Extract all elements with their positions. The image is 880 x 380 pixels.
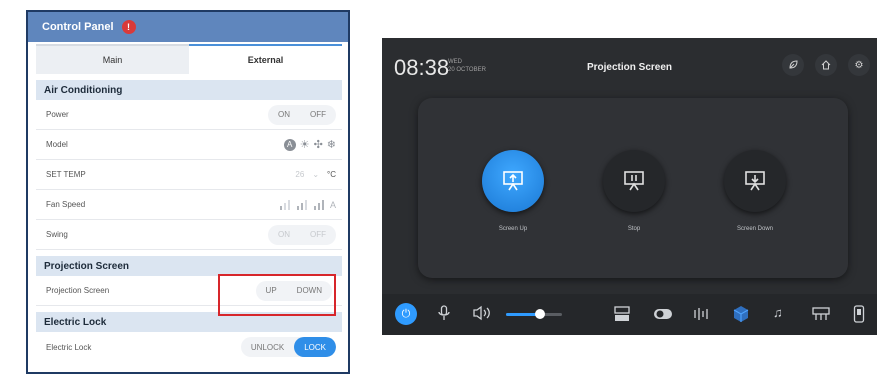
stop-control: Stop — [594, 150, 674, 232]
fan-icon[interactable]: ✣ — [314, 138, 323, 151]
snowflake-icon[interactable]: ❄ — [327, 138, 336, 151]
display-icon[interactable] — [614, 306, 630, 322]
screen-down-button[interactable] — [724, 150, 786, 212]
swing-label: Swing — [46, 230, 68, 239]
fan-mid-icon[interactable] — [296, 199, 307, 210]
microphone-icon[interactable] — [438, 305, 450, 321]
temp-value[interactable]: 26 — [295, 170, 304, 179]
device-icon[interactable] — [853, 305, 865, 323]
screen-up-control: Screen Up — [473, 150, 553, 232]
power-icon[interactable]: ⏻ — [395, 303, 417, 325]
stop-label: Stop — [627, 226, 641, 232]
toggle-icon[interactable] — [653, 307, 673, 321]
tab-bar: Main External — [36, 44, 342, 74]
stop-button[interactable] — [603, 150, 665, 212]
power-row: Power ON OFF — [36, 100, 342, 130]
auto-mode-icon[interactable]: A — [283, 138, 296, 151]
volume-slider[interactable] — [506, 309, 562, 319]
cube-icon[interactable] — [732, 305, 750, 323]
temp-dropdown-icon[interactable]: ⌄ — [312, 170, 319, 179]
model-label: Model — [46, 140, 68, 149]
projector-icon[interactable] — [812, 306, 830, 322]
model-row: Model A ☀ ✣ ❄ — [36, 130, 342, 160]
control-panel-window: Control Panel ! Main External Air Condit… — [26, 10, 350, 374]
volume-knob[interactable] — [534, 309, 545, 319]
screen-down-control: Screen Down — [715, 150, 795, 232]
temp-unit: °C — [327, 170, 336, 179]
fan-high-icon[interactable] — [313, 199, 324, 210]
settings-icon[interactable]: ⚙ — [848, 54, 870, 76]
fan-speed-row: Fan Speed A — [36, 190, 342, 220]
air-conditioning-heading: Air Conditioning — [36, 80, 342, 100]
screen-down-icon — [745, 171, 765, 191]
unlock-button[interactable]: UNLOCK — [241, 337, 294, 357]
fan-auto-icon[interactable]: A — [330, 200, 336, 210]
swing-off-button[interactable]: OFF — [300, 225, 336, 245]
model-options: A ☀ ✣ ❄ — [283, 138, 336, 151]
tab-main[interactable]: Main — [36, 44, 189, 74]
screen-up-label: Screen Up — [498, 226, 528, 232]
sun-icon[interactable]: ☀ — [300, 138, 310, 151]
lock-button[interactable]: LOCK — [294, 337, 336, 357]
music-icon[interactable]: ♫ — [773, 305, 783, 320]
fan-speed-options: A — [279, 199, 336, 210]
projection-screen-heading: Projection Screen — [36, 256, 342, 276]
set-temp-row: SET TEMP 26 ⌄ °C — [36, 160, 342, 190]
set-temp-control: 26 ⌄ °C — [295, 170, 336, 179]
swing-toggle: ON OFF — [268, 224, 336, 245]
screen-down-label: Screen Down — [736, 226, 774, 232]
projection-screen-label: Projection Screen — [46, 286, 110, 295]
speaker-icon[interactable] — [472, 305, 492, 321]
notification-badge[interactable]: ! — [121, 20, 136, 34]
highlight-box — [218, 274, 336, 316]
electric-lock-toggle: UNLOCK LOCK — [240, 337, 336, 357]
set-temp-label: SET TEMP — [46, 170, 86, 179]
bottom-toolbar: ⏻ ♫ — [382, 294, 877, 335]
tab-external[interactable]: External — [189, 44, 342, 74]
screen-up-icon — [503, 171, 523, 191]
electric-lock-row: Electric Lock UNLOCK LOCK — [36, 332, 342, 362]
projection-screen-panel: 08:38 WED 20 OCTOBER Projection Screen ⚙… — [382, 38, 877, 335]
leaf-icon[interactable] — [782, 54, 804, 76]
screen-control-panel: Screen Up Stop Screen Down — [418, 98, 848, 278]
screen-stop-icon — [624, 171, 644, 191]
fan-low-icon[interactable] — [279, 199, 290, 210]
control-panel-title: Control Panel — [42, 21, 114, 33]
home-icon[interactable] — [815, 54, 837, 76]
screen-up-button[interactable] — [482, 150, 544, 212]
power-label: Power — [46, 110, 69, 119]
electric-lock-label: Electric Lock — [46, 342, 92, 352]
power-on-button[interactable]: ON — [268, 105, 300, 125]
power-off-button[interactable]: OFF — [300, 105, 336, 125]
power-toggle: ON OFF — [268, 104, 336, 125]
control-panel-header: Control Panel ! — [28, 12, 348, 42]
fan-speed-label: Fan Speed — [46, 200, 86, 209]
equalizer-icon[interactable] — [693, 306, 709, 322]
swing-row: Swing ON OFF — [36, 220, 342, 250]
swing-on-button[interactable]: ON — [268, 225, 300, 245]
